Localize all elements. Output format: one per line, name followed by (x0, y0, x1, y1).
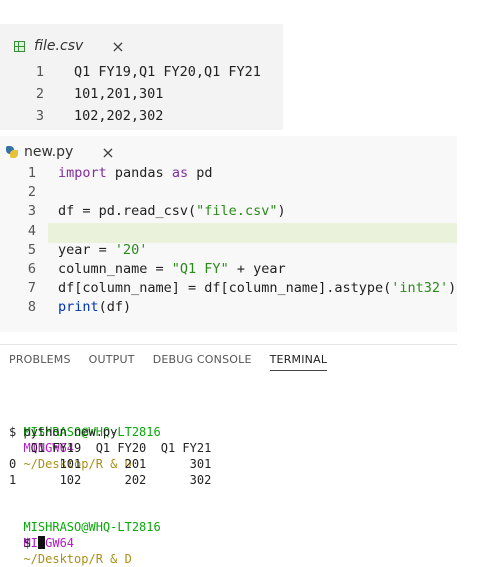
line-number: 8 (27, 299, 36, 316)
tab-terminal[interactable]: TERMINAL (269, 353, 328, 371)
python-editor-panel: new.py × 1 import pandas as pd 2 3 df = pd.r… (0, 136, 457, 332)
code-text: import pandas as pd (58, 164, 212, 183)
code-token: (df) (98, 299, 132, 316)
code-text: print(df) (58, 298, 131, 317)
code-line: 4 (0, 222, 457, 241)
csv-editor-panel: file.csv × 1 Q1 FY19,Q1 FY20,Q1 FY21 2 101,… (0, 24, 283, 130)
code-token: + year (228, 261, 286, 277)
code-token: ) (277, 203, 286, 220)
line-number: 6 (27, 261, 36, 277)
code-token: pd (188, 165, 213, 181)
close-icon[interactable]: × (111, 37, 124, 56)
line-number: 3 (35, 108, 44, 124)
code-token: column_name = (58, 261, 172, 277)
terminal-cursor (37, 536, 45, 549)
keyword-token: as (171, 165, 189, 181)
code-text: Q1 FY19,Q1 FY20,Q1 FY21 (74, 64, 261, 80)
python-icon (6, 146, 18, 158)
string-token: '20' (114, 241, 148, 258)
terminal-output-row: 0 101 201 301 (9, 457, 212, 471)
line-number: 3 (27, 203, 36, 220)
code-line: 1 import pandas as pd (0, 164, 457, 183)
line-number: 1 (27, 165, 36, 181)
code-line: 2 (0, 183, 457, 202)
close-icon[interactable]: × (101, 143, 114, 162)
code-line: 7 df[column_name] = df[column_name].astyp… (0, 279, 457, 298)
tab-file-csv[interactable]: file.csv × (14, 30, 125, 62)
code-text: column_name = "Q1 FY" + year (58, 260, 286, 279)
code-line: 8 print(df) (0, 298, 457, 317)
terminal-output-row: 1 102 202 302 (9, 473, 212, 487)
prompt-path: ~/Desktop/R & D (23, 552, 132, 566)
code-token: pandas (106, 165, 172, 181)
panel-tab-bar: PROBLEMS OUTPUT DEBUG CONSOLE TERMINAL (9, 353, 328, 371)
code-line: 6 column_name = "Q1 FY" + year (0, 260, 457, 279)
line-number: 5 (27, 241, 36, 258)
code-text: df[column_name] = df[column_name].astype… (58, 279, 456, 298)
tab-label: new.py (24, 144, 74, 160)
string-token: 'int32' (391, 280, 449, 297)
line-number: 7 (27, 280, 36, 297)
line-number: 2 (27, 184, 36, 201)
input-prefix: $ (23, 536, 38, 550)
code-line: 2 101,201,301 (0, 83, 283, 105)
tab-output[interactable]: OUTPUT (89, 353, 135, 371)
code-text: 101,201,301 (74, 86, 164, 102)
code-token: df[column_name] = df[column_name].astype… (58, 280, 392, 297)
terminal-command: $ python new.py (9, 425, 118, 439)
code-text: df = pd.read_csv("file.csv") (58, 202, 286, 221)
terminal-input-line[interactable]: $ (9, 519, 45, 551)
string-token: "file.csv" (196, 203, 278, 220)
code-text: 102,202,302 (74, 108, 164, 124)
keyword-token: import (58, 165, 107, 181)
terminal-output-header: Q1 FY19 Q1 FY20 Q1 FY21 (9, 441, 212, 455)
tab-debug-console[interactable]: DEBUG CONSOLE (153, 353, 252, 371)
string-token: "Q1 FY" (171, 261, 229, 277)
keyword-token: print (58, 299, 99, 316)
code-token: year = (58, 241, 115, 258)
tab-problems[interactable]: PROBLEMS (9, 353, 71, 371)
code-line: 3 df = pd.read_csv("file.csv") (0, 202, 457, 221)
code-line: 1 Q1 FY19,Q1 FY20,Q1 FY21 (0, 61, 283, 83)
code-line: 5 year = '20' (0, 241, 457, 260)
line-number: 4 (27, 222, 36, 239)
line-number: 2 (35, 86, 44, 102)
code-token: ) (448, 280, 457, 297)
code-line: 3 102,202,302 (0, 105, 283, 127)
tab-label: file.csv (34, 38, 84, 54)
spreadsheet-icon (14, 40, 25, 52)
code-text: year = '20' (58, 241, 147, 260)
line-number: 1 (35, 64, 44, 80)
code-token: df = pd.read_csv( (58, 203, 197, 220)
